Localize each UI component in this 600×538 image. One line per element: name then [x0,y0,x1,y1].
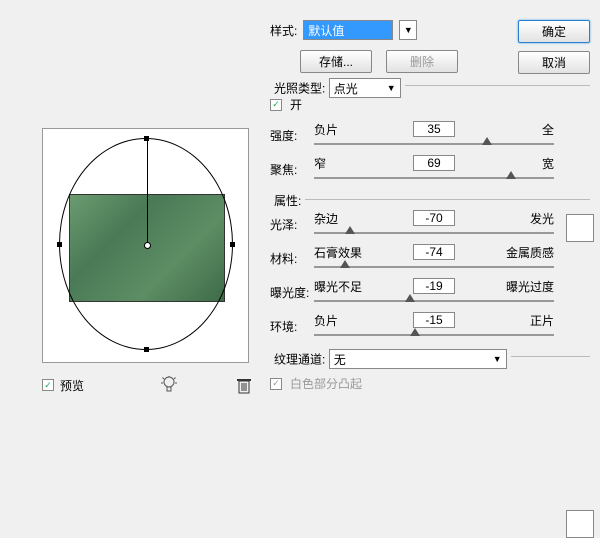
light-type-value: 点光 [334,80,358,97]
focus-thumb[interactable] [506,171,516,179]
style-label: 样式: [270,22,297,39]
save-button[interactable]: 存储... [300,50,372,73]
chevron-down-icon: ▼ [493,354,502,364]
gloss-min: 杂边 [314,210,338,227]
texture-value: 无 [334,351,346,368]
white-high-label: 白色部分凸起 [290,375,362,392]
chevron-down-icon: ▼ [387,83,396,93]
light-center-handle[interactable] [144,242,151,249]
focus-min: 窄 [314,155,326,172]
gloss-max: 发光 [530,210,554,227]
exposure-thumb[interactable] [405,294,415,302]
material-min: 石膏效果 [314,244,362,261]
focus-value[interactable]: 69 [413,155,455,171]
cancel-button[interactable]: 取消 [518,51,590,74]
style-dropdown-button[interactable]: ▼ [399,20,417,40]
ellipse-handle-left[interactable] [57,242,62,247]
intensity-min: 负片 [314,121,338,138]
gloss-thumb[interactable] [345,226,355,234]
intensity-max: 全 [542,121,554,138]
ok-button[interactable]: 确定 [518,20,590,43]
properties-group-label: 属性: [270,192,305,209]
exposure-min: 曝光不足 [314,278,362,295]
preview-label: 预览 [60,377,84,394]
light-radius-line [147,139,148,245]
gloss-slider[interactable] [314,228,554,238]
exposure-max: 曝光过度 [506,278,554,295]
chevron-down-icon: ▼ [404,25,413,35]
preview-canvas[interactable] [42,128,249,363]
ambience-slider[interactable] [314,330,554,340]
material-label: 材料: [270,250,314,267]
intensity-value[interactable]: 35 [413,121,455,137]
ellipse-handle-bottom[interactable] [144,347,149,352]
material-thumb[interactable] [340,260,350,268]
ambience-max: 正片 [530,312,554,329]
white-high-checkbox: ✓ [270,378,282,390]
texture-channel-select[interactable]: 无▼ [329,349,507,369]
exposure-value[interactable]: -19 [413,278,455,294]
preview-checkbox[interactable]: ✓ [42,379,54,391]
light-on-label: 开 [290,96,302,113]
focus-slider[interactable] [314,173,554,183]
exposure-slider[interactable] [314,296,554,306]
material-slider[interactable] [314,262,554,272]
gloss-value[interactable]: -70 [413,210,455,226]
ambience-color-swatch[interactable] [566,510,594,538]
texture-label-text: 纹理通道: [274,353,325,367]
ambience-value[interactable]: -15 [413,312,455,328]
ambience-label: 环境: [270,318,314,335]
exposure-label: 曝光度: [270,284,314,301]
light-type-label-text: 光照类型: [274,82,325,96]
gloss-label: 光泽: [270,216,314,233]
focus-max: 宽 [542,155,554,172]
light-on-checkbox[interactable]: ✓ [270,99,282,111]
ellipse-handle-right[interactable] [230,242,235,247]
trash-icon[interactable] [237,378,251,394]
material-value[interactable]: -74 [413,244,455,260]
lightbulb-icon[interactable] [161,376,177,394]
focus-label: 聚焦: [270,161,314,178]
ellipse-handle-top[interactable] [144,136,149,141]
style-select[interactable]: 默认值 [303,20,393,40]
texture-group-label: 纹理通道: 无▼ [270,349,511,369]
ambience-thumb[interactable] [410,328,420,336]
light-type-group-label: 光照类型: 点光 ▼ [270,78,405,98]
light-type-select[interactable]: 点光 ▼ [329,78,401,98]
delete-button: 删除 [386,50,458,73]
ambience-min: 负片 [314,312,338,329]
material-max: 金属质感 [506,244,554,261]
intensity-slider[interactable] [314,139,554,149]
intensity-thumb[interactable] [482,137,492,145]
intensity-label: 强度: [270,127,314,144]
